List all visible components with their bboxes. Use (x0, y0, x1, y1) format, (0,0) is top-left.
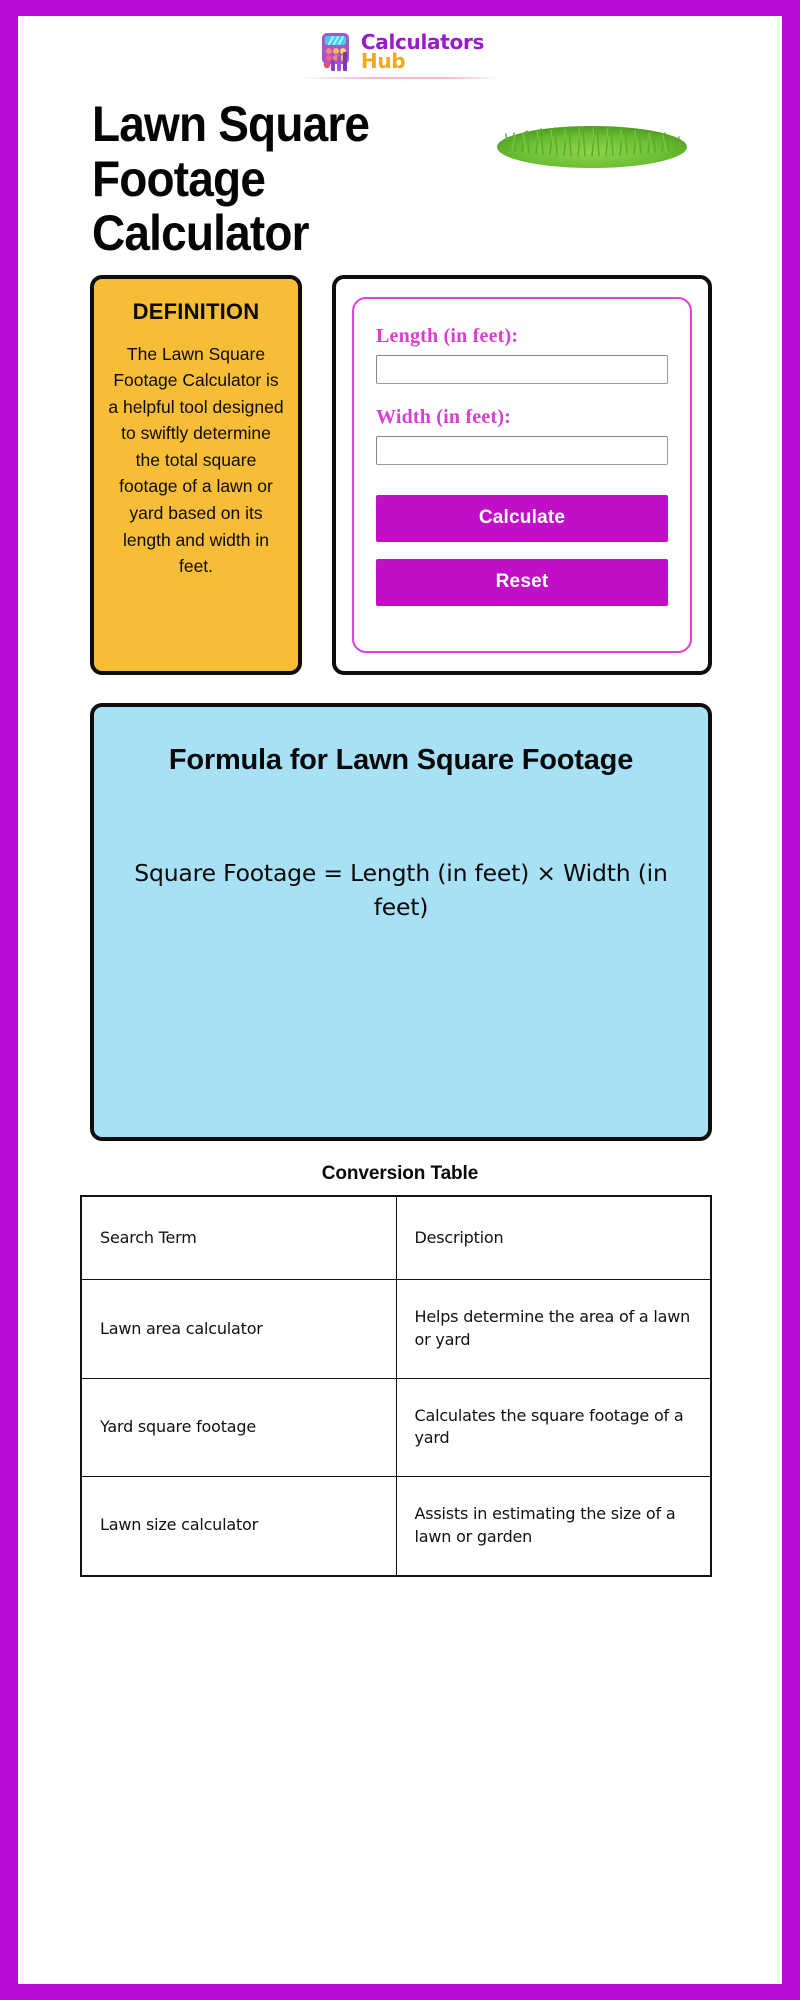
conversion-table: Search Term Description Lawn area calcul… (80, 1194, 712, 1577)
row-term: Yard square footage (80, 1377, 397, 1478)
width-field-label: Width (in feet): (376, 405, 512, 428)
cards-row: DEFINITION The Lawn Square Footage Calcu… (18, 261, 782, 675)
column-header-search-term: Search Term (80, 1194, 397, 1281)
infographic-frame: Calculators Hub Lawn Square Footage Calc… (0, 0, 800, 2000)
table-header-row: Search Term Description (80, 1194, 712, 1281)
width-input[interactable] (376, 435, 668, 465)
grass-patch-image (494, 107, 690, 169)
conversion-table-body: Search Term Description Lawn area calcul… (80, 1194, 712, 1577)
column-header-description: Description (395, 1194, 712, 1281)
formula-heading: Formula for Lawn Square Footage (168, 743, 634, 776)
brand-wordmark: Calculators Hub (360, 32, 485, 73)
calculate-button[interactable]: Calculate (376, 494, 668, 542)
row-description: Calculates the square footage of a yard (395, 1377, 712, 1478)
brand-header: Calculators Hub (18, 16, 782, 74)
brand-line-two: Hub (360, 49, 406, 73)
calculator-form: Length (in feet): Width (in feet): Calcu… (352, 296, 692, 653)
definition-text: The Lawn Square Footage Calculator is a … (108, 343, 284, 577)
row-term: Lawn area calculator (80, 1279, 397, 1379)
conversion-table-wrap: Search Term Description Lawn area calcul… (80, 1194, 712, 1577)
title-section: Lawn Square Footage Calculator (18, 97, 782, 261)
conversion-table-heading: Conversion Table (321, 1162, 479, 1184)
calculator-bars-logo-icon (316, 32, 354, 72)
row-description: Helps determine the area of a lawn or ya… (395, 1279, 712, 1379)
definition-heading: DEFINITION (132, 298, 260, 324)
calculator-card: Length (in feet): Width (in feet): Calcu… (332, 274, 712, 675)
formula-expression: Square Footage = Length (in feet) × Widt… (134, 858, 668, 921)
length-input[interactable] (376, 354, 668, 384)
formula-card: Formula for Lawn Square Footage Square F… (90, 702, 712, 1141)
page-title: Lawn Square Footage Calculator (92, 96, 370, 261)
table-row: Lawn size calculator Assists in estimati… (80, 1476, 712, 1577)
brand-logo[interactable]: Calculators Hub (316, 32, 484, 72)
length-field-label: Length (in feet): (376, 324, 519, 347)
brand-divider (300, 77, 500, 79)
definition-card: DEFINITION The Lawn Square Footage Calcu… (90, 274, 302, 675)
row-description: Assists in estimating the size of a lawn… (395, 1476, 712, 1577)
row-term: Lawn size calculator (80, 1476, 397, 1577)
infographic-canvas: Calculators Hub Lawn Square Footage Calc… (18, 16, 782, 1984)
table-row: Lawn area calculator Helps determine the… (80, 1279, 712, 1379)
reset-button[interactable]: Reset (376, 558, 668, 606)
table-row: Yard square footage Calculates the squar… (80, 1377, 712, 1478)
